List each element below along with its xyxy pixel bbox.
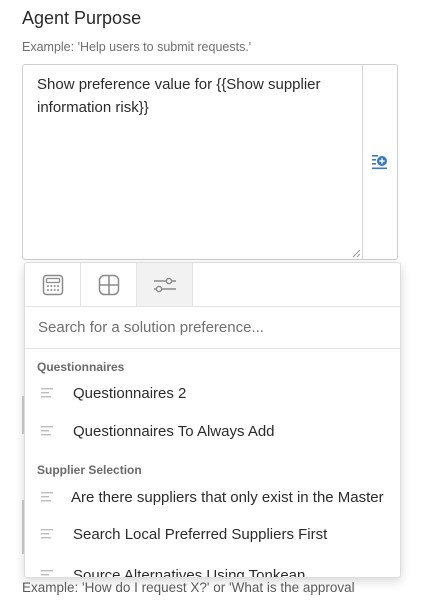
- insert-variable-button[interactable]: [367, 149, 393, 175]
- agent-purpose-value-line1: Show preference value for {{Show supplie…: [37, 76, 321, 93]
- text-lines-icon: [41, 570, 53, 576]
- field-divider: [362, 65, 363, 259]
- calculator-icon: [42, 274, 63, 295]
- next-field-help: Example: 'How do I request X?' or 'What …: [22, 580, 355, 595]
- agent-purpose-title: Agent Purpose: [22, 8, 142, 28]
- tab-preferences[interactable]: [137, 263, 193, 306]
- option-label: Questionnaires 2: [73, 384, 187, 402]
- option-label: Search Local Preferred Suppliers First: [73, 525, 328, 543]
- agent-purpose-help: Example: 'Help users to submit requests.…: [22, 40, 252, 54]
- option-suppliers-only-in-master[interactable]: Are there suppliers that only exist in t…: [25, 479, 400, 515]
- option-label: Source Alternatives Using Tonkean: [73, 566, 306, 578]
- agent-purpose-field[interactable]: Show preference value for {{Show supplie…: [22, 64, 398, 260]
- option-label: Are there suppliers that only exist in t…: [71, 488, 384, 506]
- option-questionnaires-2[interactable]: Questionnaires 2: [25, 375, 400, 411]
- preference-picker-dropdown[interactable]: Questionnaires Questionnaires 2 Question…: [24, 262, 401, 578]
- picker-tab-bar: [25, 263, 400, 307]
- insert-variable-icon: [372, 155, 387, 170]
- option-source-alternatives-tonkean[interactable]: Source Alternatives Using Tonkean: [25, 557, 400, 578]
- text-lines-icon: [41, 492, 53, 502]
- option-questionnaires-to-always-add[interactable]: Questionnaires To Always Add: [25, 413, 400, 449]
- group-label-supplier-selection: Supplier Selection: [37, 463, 142, 477]
- tab-grid[interactable]: [81, 263, 137, 306]
- text-lines-icon: [41, 529, 53, 539]
- grid-icon: [98, 274, 119, 295]
- settings-sliders-icon: [153, 277, 176, 292]
- preference-search-input[interactable]: [25, 307, 400, 349]
- resize-grip-icon[interactable]: [351, 248, 361, 258]
- agent-purpose-value[interactable]: Show preference value for {{Show supplie…: [37, 73, 347, 119]
- text-lines-icon: [41, 388, 53, 398]
- text-lines-icon: [41, 426, 53, 436]
- option-search-local-preferred-suppliers[interactable]: Search Local Preferred Suppliers First: [25, 516, 400, 552]
- agent-purpose-value-line2: information risk}}: [37, 99, 149, 116]
- option-label: Questionnaires To Always Add: [73, 422, 275, 440]
- group-label-questionnaires: Questionnaires: [37, 360, 125, 374]
- tab-calculator[interactable]: [25, 263, 81, 306]
